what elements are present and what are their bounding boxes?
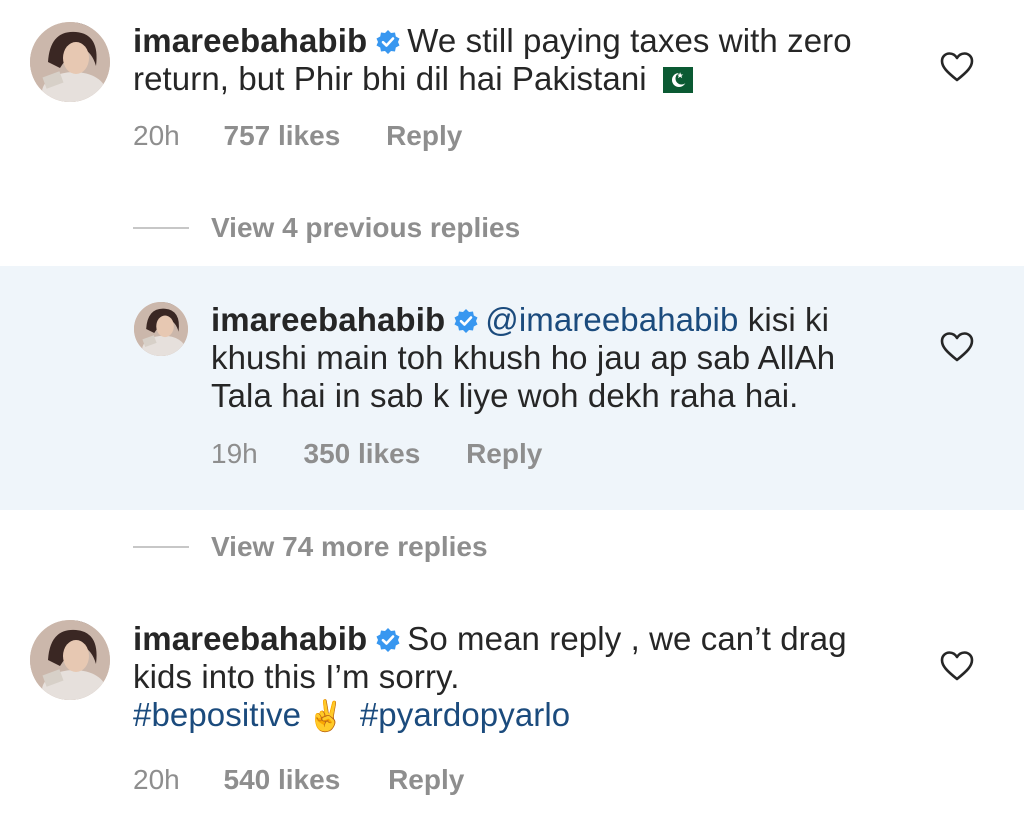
pakistan-flag-icon	[652, 63, 693, 93]
divider-line	[133, 227, 189, 229]
reply-button[interactable]: Reply	[466, 438, 542, 470]
timestamp: 19h	[211, 438, 258, 469]
comment-3: imareebahabib So mean reply , we can’t dr…	[0, 600, 1024, 837]
comment-text: imareebahabib @imareebahabib kisi ki khus…	[211, 301, 901, 415]
like-heart-icon[interactable]	[940, 332, 974, 362]
view-more-replies-label[interactable]: View 74 more replies	[211, 531, 488, 563]
avatar[interactable]	[30, 620, 110, 700]
peace-hand-emoji-icon: ✌️	[307, 700, 345, 733]
like-heart-icon[interactable]	[940, 651, 974, 681]
comment-meta: 19h 350 likes Reply	[211, 438, 542, 470]
timestamp: 20h	[133, 120, 180, 151]
username[interactable]: imareebahabib	[133, 22, 367, 59]
verified-badge-icon	[375, 29, 401, 55]
username[interactable]: imareebahabib	[211, 301, 445, 338]
divider-line	[133, 546, 189, 548]
timestamp: 20h	[133, 764, 180, 795]
avatar[interactable]	[134, 302, 188, 356]
comment-text: imareebahabib So mean reply , we can’t dr…	[133, 620, 853, 736]
view-more-replies[interactable]: View 74 more replies	[133, 527, 488, 567]
comment-1: imareebahabib We still paying taxes with …	[0, 0, 1024, 200]
avatar-photo-icon	[30, 620, 110, 700]
likes-count[interactable]: 540 likes	[224, 764, 341, 796]
verified-badge-icon	[375, 627, 401, 653]
likes-count[interactable]: 757 likes	[224, 120, 341, 152]
comment-meta: 20h 757 likes Reply	[133, 120, 462, 152]
likes-count[interactable]: 350 likes	[304, 438, 421, 470]
like-heart-icon[interactable]	[940, 52, 974, 82]
avatar[interactable]	[30, 22, 110, 102]
comment-text: imareebahabib We still paying taxes with …	[133, 22, 853, 98]
comment-2-reply: imareebahabib @imareebahabib kisi ki khus…	[0, 266, 1024, 510]
hashtag-link[interactable]: #bepositive	[133, 696, 301, 733]
hashtag-link[interactable]: #pyardopyarlo	[360, 696, 570, 733]
view-previous-replies-label[interactable]: View 4 previous replies	[211, 212, 520, 244]
view-previous-replies[interactable]: View 4 previous replies	[133, 208, 520, 248]
mention-link[interactable]: @imareebahabib	[485, 301, 738, 338]
username[interactable]: imareebahabib	[133, 620, 367, 657]
avatar-photo-icon	[134, 302, 188, 356]
comment-meta: 20h 540 likes Reply	[133, 764, 464, 796]
reply-button[interactable]: Reply	[388, 764, 464, 796]
reply-button[interactable]: Reply	[386, 120, 462, 152]
verified-badge-icon	[453, 308, 479, 334]
avatar-photo-icon	[30, 22, 110, 102]
